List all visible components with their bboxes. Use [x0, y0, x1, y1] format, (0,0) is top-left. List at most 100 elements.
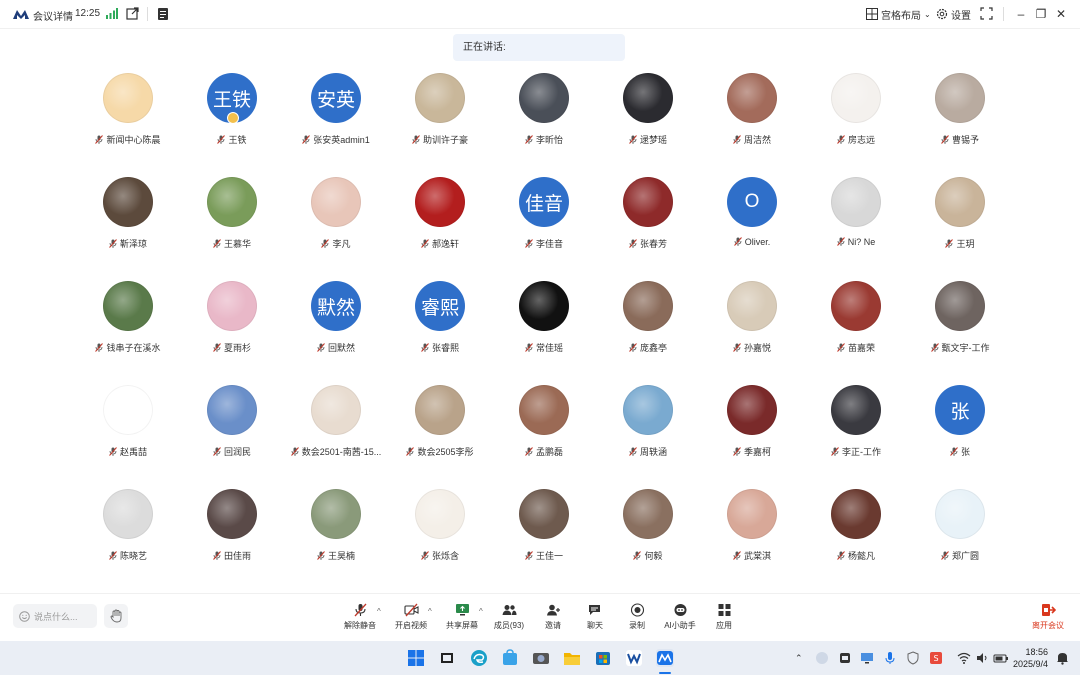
participant-tile[interactable]: 季嘉柯: [700, 382, 804, 472]
grid-icon: [866, 8, 878, 20]
raise-hand-button[interactable]: [104, 604, 128, 628]
participant-tile[interactable]: 周轶涵: [596, 382, 700, 472]
chevron-up-icon[interactable]: ^: [428, 607, 432, 616]
participant-tile[interactable]: 逯梦瑶: [596, 70, 700, 160]
notification-bell-icon[interactable]: [1056, 651, 1069, 665]
grid-layout-button[interactable]: 宫格布局 ⌄: [866, 6, 931, 22]
participant-tile[interactable]: 曹锡予: [908, 70, 1012, 160]
participant-tile[interactable]: 武棠淇: [700, 486, 804, 576]
participant-tile[interactable]: 李正-工作: [804, 382, 908, 472]
participant-tile[interactable]: 安英 张安英admin1: [284, 70, 388, 160]
toolbar-ai-assistant-button[interactable]: AI小助手: [660, 603, 700, 631]
participant-tile[interactable]: 数会2505李彤: [388, 382, 492, 472]
toolbar-label: AI小助手: [664, 621, 696, 630]
participant-tile[interactable]: 默然 回默然: [284, 278, 388, 368]
avatar: [103, 385, 153, 435]
quick-chat-input[interactable]: 说点什么...: [13, 604, 97, 628]
participant-tile[interactable]: 助训许子豪: [388, 70, 492, 160]
participant-tile[interactable]: 孙嘉悦: [700, 278, 804, 368]
emoji-icon[interactable]: [19, 610, 30, 622]
camera-app-icon[interactable]: [532, 649, 550, 667]
participant-tile[interactable]: 周洁然: [700, 70, 804, 160]
chevron-up-icon[interactable]: ^: [479, 607, 483, 616]
tray-device-icon[interactable]: [838, 651, 852, 665]
toolbar-members-button[interactable]: 成员(93): [489, 603, 529, 631]
toolbar-record-button[interactable]: 录制: [617, 603, 657, 631]
network-signal-icon[interactable]: [106, 8, 118, 19]
windows-start-icon[interactable]: [407, 649, 425, 667]
participant-tile[interactable]: 回润民: [180, 382, 284, 472]
chevron-down-icon: ⌄: [924, 9, 931, 19]
edge-browser-icon[interactable]: [470, 649, 488, 667]
participant-tile[interactable]: 房志远: [804, 70, 908, 160]
tray-microphone-icon[interactable]: [883, 651, 897, 665]
leave-meeting-button[interactable]: 离开会议: [1028, 603, 1068, 631]
participant-tile[interactable]: 张烁含: [388, 486, 492, 576]
participant-name: 郝逸轩: [431, 239, 459, 249]
participant-tile[interactable]: 睿熙 张睿熙: [388, 278, 492, 368]
participant-name-row: 钱串子在溪水: [76, 341, 180, 354]
toolbar-apps-button[interactable]: 应用: [704, 603, 744, 631]
participant-tile[interactable]: 张张: [908, 382, 1012, 472]
participant-tile[interactable]: 何毅: [596, 486, 700, 576]
participant-tile[interactable]: 靳泽琼: [76, 174, 180, 264]
volume-icon[interactable]: [975, 651, 989, 665]
participant-tile[interactable]: 王慕华: [180, 174, 284, 264]
participant-tile[interactable]: 陈晓艺: [76, 486, 180, 576]
file-explorer-icon[interactable]: [563, 649, 581, 667]
wifi-icon[interactable]: [957, 651, 971, 665]
participant-tile[interactable]: 夏雨杉: [180, 278, 284, 368]
participant-tile[interactable]: 钱串子在溪水: [76, 278, 180, 368]
toolbar-video-off-button[interactable]: 开启视频: [391, 603, 431, 631]
chevron-up-icon[interactable]: ^: [377, 607, 381, 616]
participant-tile[interactable]: 常佳瑶: [492, 278, 596, 368]
avatar: [519, 73, 569, 123]
meeting-details-link[interactable]: 会议详情: [33, 8, 73, 23]
participant-tile[interactable]: 苗嘉荣: [804, 278, 908, 368]
participant-tile[interactable]: 佳音 李佳音: [492, 174, 596, 264]
minimize-button[interactable]: –: [1013, 6, 1029, 22]
participant-tile[interactable]: 甄文宇-工作: [908, 278, 1012, 368]
tray-input-method-icon[interactable]: S: [929, 651, 943, 665]
toolbar-mic-muted-button[interactable]: 解除静音: [340, 603, 380, 631]
participant-tile[interactable]: 王昊楠: [284, 486, 388, 576]
fullscreen-icon[interactable]: [980, 7, 993, 20]
tray-overflow-icon[interactable]: ⌃: [795, 653, 803, 664]
tray-vpn-icon[interactable]: [906, 651, 920, 665]
participant-tile[interactable]: 杨懿凡: [804, 486, 908, 576]
participant-tile[interactable]: 孟鹏磊: [492, 382, 596, 472]
participant-tile[interactable]: 赵禹喆: [76, 382, 180, 472]
toolbar-invite-button[interactable]: 邀请: [533, 603, 573, 631]
participant-tile[interactable]: 新闻中心陈晨: [76, 70, 180, 160]
store-bag-icon[interactable]: [501, 649, 519, 667]
toolbar-chat-button[interactable]: 聊天: [575, 603, 615, 631]
system-clock[interactable]: 18:56 2025/9/4: [1013, 646, 1048, 670]
participant-tile[interactable]: 郑广圆: [908, 486, 1012, 576]
tencent-meeting-icon[interactable]: [656, 649, 674, 667]
tray-app-icon[interactable]: [815, 651, 829, 665]
task-view-icon[interactable]: [438, 649, 456, 667]
battery-icon[interactable]: [993, 651, 1009, 665]
document-icon[interactable]: [157, 7, 169, 21]
wps-app-icon[interactable]: [625, 649, 643, 667]
participant-tile[interactable]: O Oliver.: [700, 174, 804, 264]
mic-muted-icon: [213, 343, 221, 352]
restore-button[interactable]: ❐: [1033, 6, 1049, 22]
participant-tile[interactable]: Ni? Ne: [804, 174, 908, 264]
external-share-icon[interactable]: [126, 7, 139, 20]
tray-monitor-icon[interactable]: [860, 651, 874, 665]
participant-tile[interactable]: 庞鑫亭: [596, 278, 700, 368]
settings-button[interactable]: 设置: [936, 6, 971, 22]
participant-tile[interactable]: 王玥: [908, 174, 1012, 264]
participant-tile[interactable]: 王铁 王铁: [180, 70, 284, 160]
participant-tile[interactable]: 田佳雨: [180, 486, 284, 576]
participant-tile[interactable]: 数会2501-南茜-15...: [284, 382, 388, 472]
participant-tile[interactable]: 李凡: [284, 174, 388, 264]
participant-tile[interactable]: 张春芳: [596, 174, 700, 264]
close-button[interactable]: ✕: [1053, 6, 1069, 22]
participant-tile[interactable]: 郝逸轩: [388, 174, 492, 264]
participant-tile[interactable]: 李昕怡: [492, 70, 596, 160]
participant-tile[interactable]: 王佳一: [492, 486, 596, 576]
ms-store-icon[interactable]: [594, 649, 612, 667]
toolbar-share-screen-button[interactable]: 共享屏幕: [442, 603, 482, 631]
